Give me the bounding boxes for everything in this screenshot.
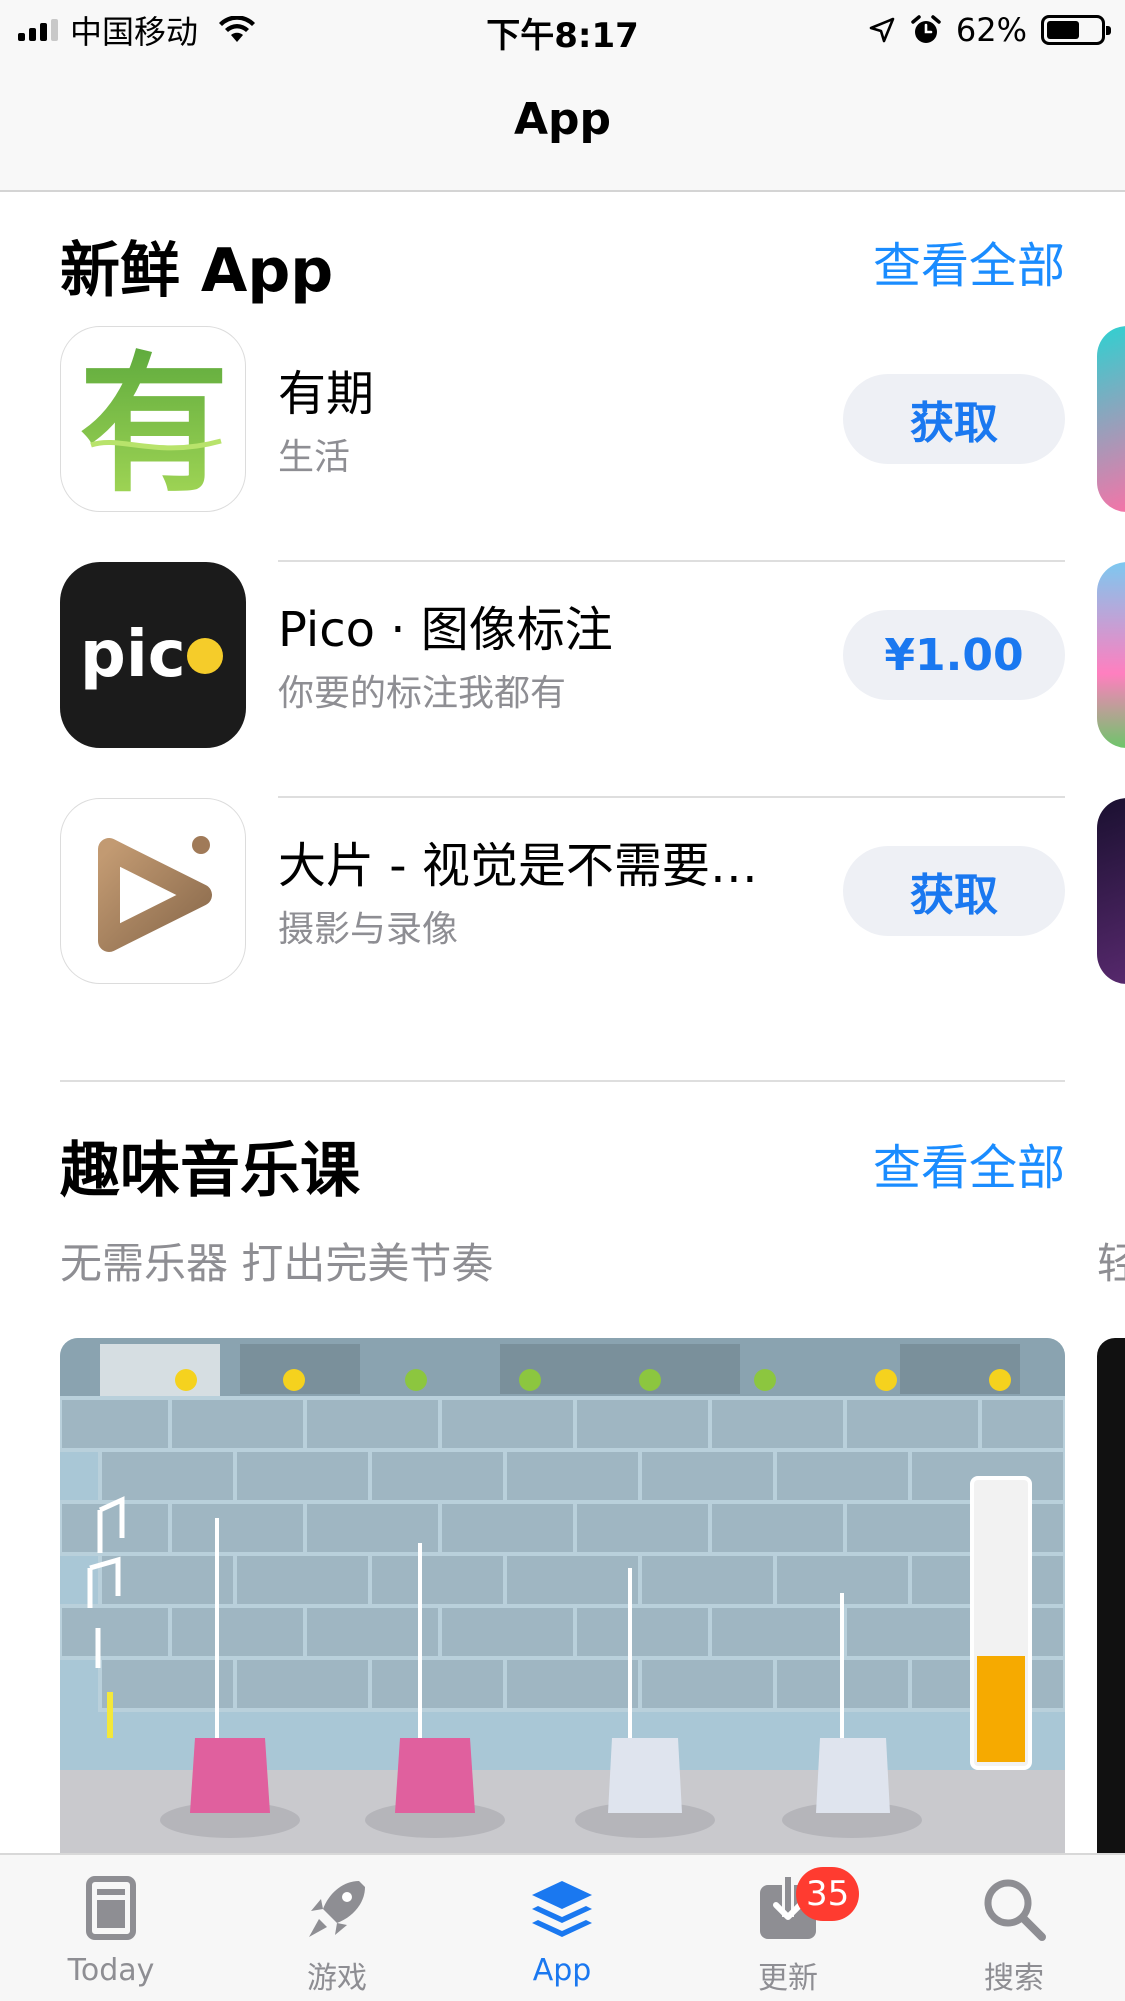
featured-game-banner[interactable]	[60, 1338, 1065, 1858]
next-banner-peek[interactable]	[1097, 1338, 1125, 1858]
page-title: App	[513, 94, 612, 145]
see-all-music-link[interactable]: 查看全部	[873, 1128, 1065, 1198]
status-right: 62%	[868, 8, 1111, 52]
progress-meter	[970, 1476, 1032, 1770]
app-row-pico[interactable]: pic Pico · 图像标注 你要的标注我都有 ¥1.00	[60, 562, 1065, 798]
tab-today[interactable]: Today	[31, 1873, 191, 1988]
price-button-pico[interactable]: ¥1.00	[843, 610, 1065, 700]
section-divider	[60, 1080, 1065, 1082]
section-title-new-apps: 新鲜 App	[60, 236, 334, 306]
svg-text:pic: pic	[80, 618, 186, 692]
youqi-logo: 有	[79, 337, 229, 512]
battery-percentage: 62%	[955, 11, 1027, 49]
app-name: 大片 - 视觉是不需要…	[278, 838, 758, 894]
section-title-music: 趣味音乐课	[60, 1136, 360, 1206]
alarm-clock-icon	[911, 15, 941, 43]
see-all-new-apps-link[interactable]: 查看全部	[873, 226, 1065, 296]
svg-text:有: 有	[79, 337, 229, 512]
navigation-bar: App	[0, 60, 1125, 192]
app-name: Pico · 图像标注	[278, 602, 613, 658]
brick-wall	[60, 1396, 1065, 1712]
location-arrow-icon	[869, 17, 895, 43]
app-row-youqi[interactable]: 有 有期 生活 获取	[60, 326, 1065, 562]
rocket-icon	[309, 1881, 365, 1937]
rhythm-game-artwork	[60, 1338, 1065, 1858]
status-bar: 中国移动 下午8:17 62%	[0, 0, 1125, 60]
tab-apps[interactable]: App	[482, 1873, 642, 1988]
app-store-screen: 中国移动 下午8:17 62% App 新鲜 App 查看全部 有 有期 生活 …	[0, 0, 1125, 2001]
tab-bar: Today 游戏 App 35 更新 搜索	[0, 1853, 1125, 2001]
app-row-dapian[interactable]: 大片 - 视觉是不需要… 摄影与录像 获取	[60, 798, 1065, 1034]
app-name: 有期	[278, 366, 375, 422]
next-app-icon-peek[interactable]	[1097, 798, 1125, 984]
app-category: 生活	[278, 437, 351, 478]
dapian-app-icon[interactable]	[60, 798, 246, 984]
youqi-app-icon[interactable]: 有	[60, 326, 246, 512]
tab-games[interactable]: 游戏	[257, 1873, 417, 1997]
search-icon	[984, 1879, 1046, 1941]
section-subtitle: 无需乐器 打出完美节奏	[60, 1239, 494, 1288]
next-section-peek-text: 轻	[1097, 1239, 1125, 1288]
app-subtitle: 你要的标注我都有	[278, 673, 567, 714]
updates-count-badge: 35	[796, 1867, 860, 1921]
get-button-youqi[interactable]: 获取	[843, 374, 1065, 464]
layers-icon	[532, 1881, 592, 1937]
next-app-icon-peek[interactable]	[1097, 562, 1125, 748]
next-app-icon-peek[interactable]	[1097, 326, 1125, 512]
today-icon	[86, 1876, 136, 1940]
battery-icon	[1041, 15, 1111, 45]
tab-updates[interactable]: 35 更新	[708, 1867, 868, 1997]
play-triangle-logo	[98, 836, 212, 952]
app-category: 摄影与录像	[278, 909, 459, 950]
get-button-dapian[interactable]: 获取	[843, 846, 1065, 936]
tab-search[interactable]: 搜索	[934, 1873, 1094, 1997]
pico-logo: pic	[80, 618, 223, 692]
pico-app-icon[interactable]: pic	[60, 562, 246, 748]
